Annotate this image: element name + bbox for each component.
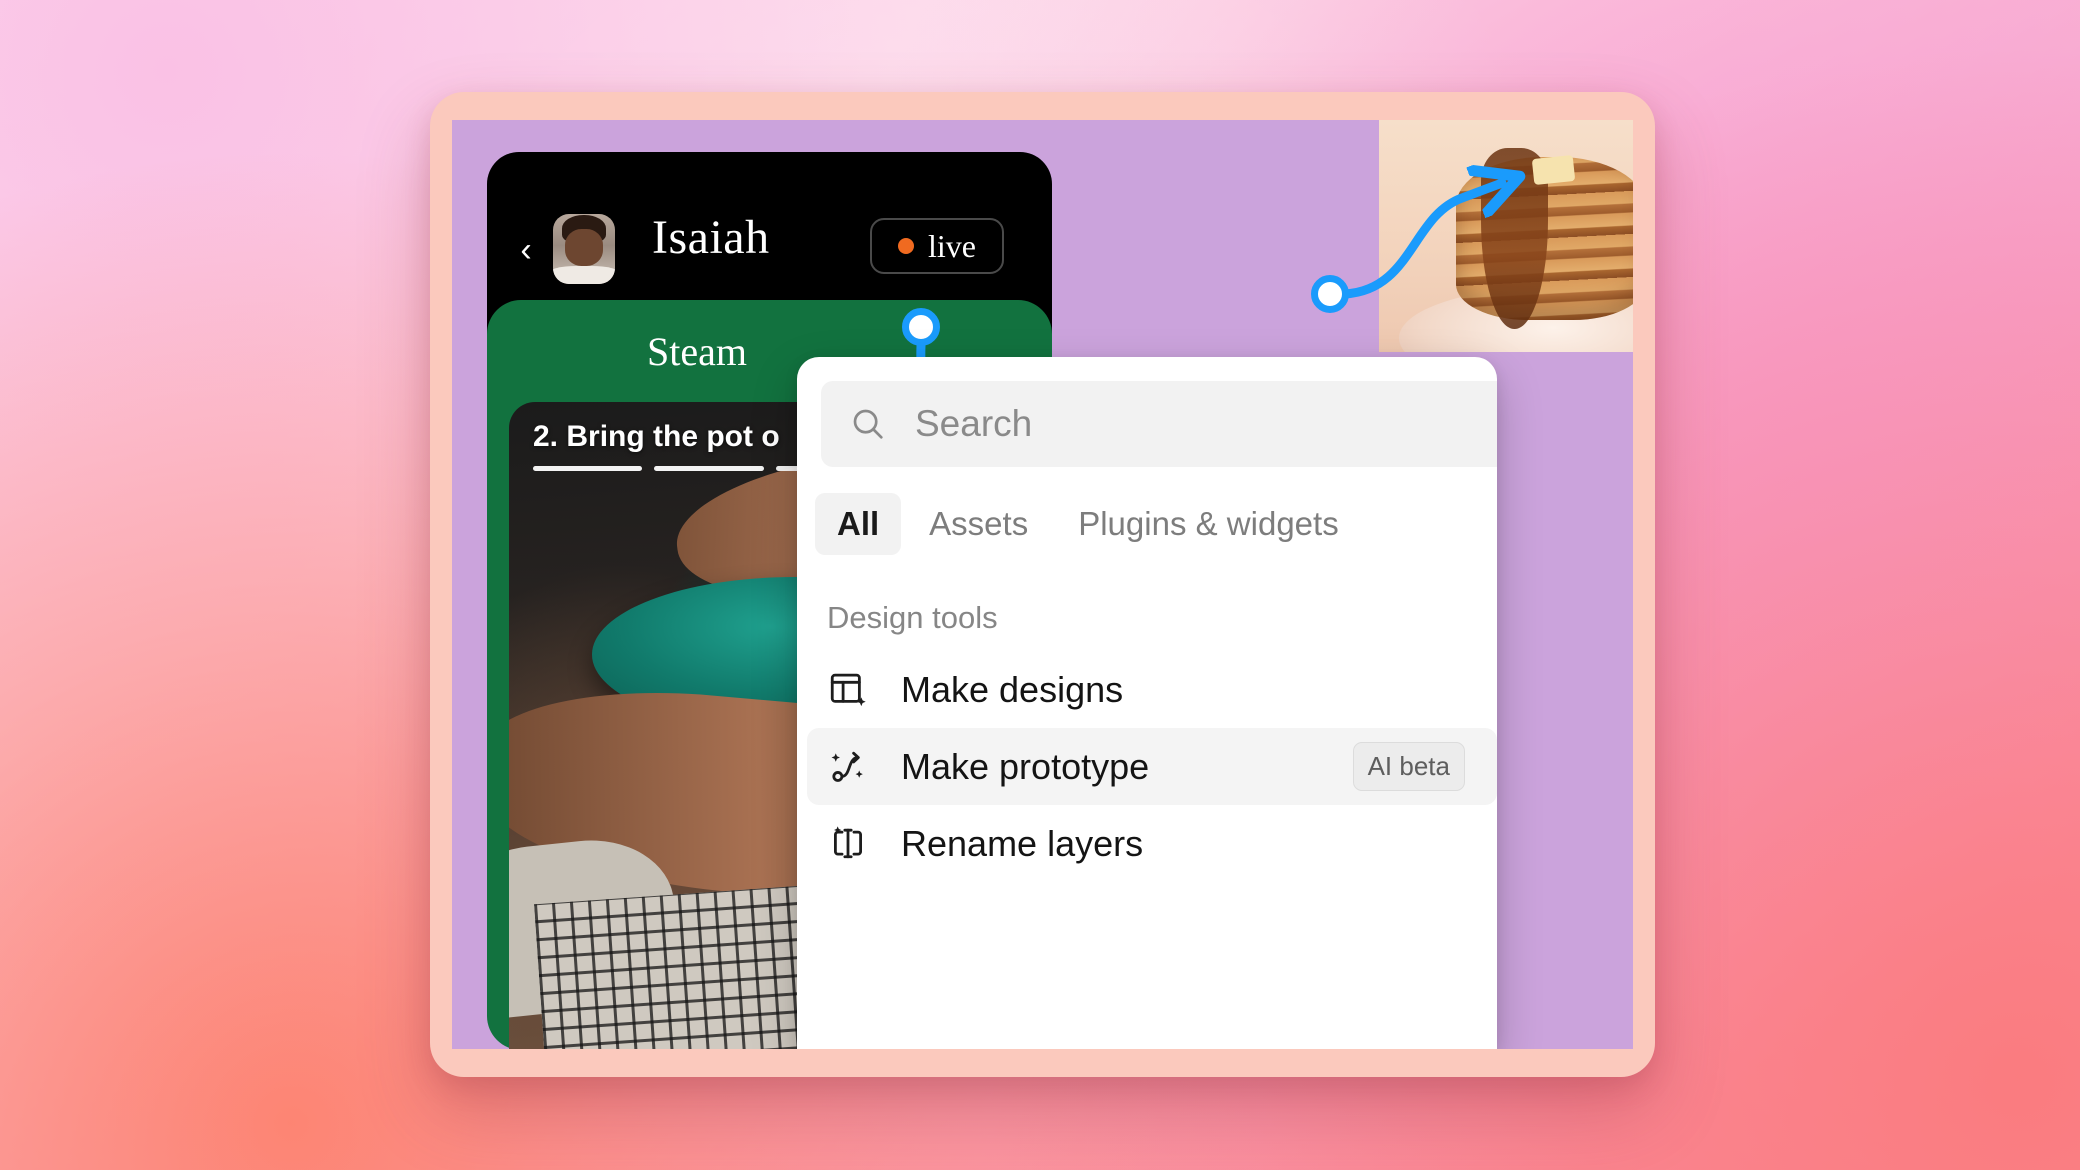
figma-canvas: ‹ Isaiah live Steam 2. Bring the pot o S… — [452, 120, 1633, 1049]
selection-handle-live-badge[interactable] — [1311, 275, 1349, 313]
status-badge-ai-beta: AI beta — [1352, 742, 1465, 791]
avatar — [553, 214, 615, 284]
menu-item-make-designs[interactable]: Make designs — [807, 651, 1497, 728]
quick-actions-panel: All Assets Plugins & widgets Design tool… — [797, 357, 1497, 1049]
butter-shape — [1531, 155, 1575, 185]
avatar-shirt-shape — [553, 265, 615, 284]
search-input[interactable] — [913, 402, 1497, 446]
menu-item-label: Make designs — [901, 668, 1124, 710]
design-tools-list: Make designs Make prototype AI beta Rena… — [807, 651, 1497, 882]
search-icon — [853, 409, 883, 439]
screenshot-stage: ‹ Isaiah live Steam 2. Bring the pot o S… — [0, 0, 2080, 1170]
step-caption: 2. Bring the pot o — [533, 420, 780, 453]
tab-assets[interactable]: Assets — [907, 493, 1050, 555]
search-bar[interactable] — [821, 381, 1497, 467]
panel-tabs: All Assets Plugins & widgets — [815, 493, 1361, 555]
recipe-title: Steam — [647, 329, 747, 374]
make-designs-icon — [827, 669, 869, 711]
user-name: Isaiah — [652, 211, 770, 264]
rename-layers-icon — [827, 823, 869, 865]
plaid-cloth-shape — [534, 884, 838, 1049]
tab-all[interactable]: All — [815, 493, 902, 555]
pancake-image — [1379, 120, 1633, 352]
menu-item-make-prototype[interactable]: Make prototype AI beta — [807, 728, 1497, 805]
device-frame: ‹ Isaiah live Steam 2. Bring the pot o S… — [430, 92, 1655, 1077]
menu-item-rename-layers[interactable]: Rename layers — [807, 805, 1497, 882]
menu-item-label: Make prototype — [901, 745, 1150, 787]
avatar-face-shape — [565, 229, 603, 266]
menu-item-label: Rename layers — [901, 822, 1144, 864]
live-badge[interactable]: live — [870, 218, 1004, 274]
make-prototype-icon — [827, 746, 869, 788]
live-dot-icon — [898, 238, 915, 254]
tab-plugins-widgets[interactable]: Plugins & widgets — [1056, 493, 1360, 555]
progress-segment — [654, 466, 764, 471]
back-chevron-icon[interactable]: ‹ — [513, 230, 539, 270]
section-title-design-tools: Design tools — [827, 600, 998, 635]
progress-segment — [533, 466, 643, 471]
live-label: live — [928, 227, 976, 264]
selection-handle-avatar[interactable] — [902, 308, 940, 346]
